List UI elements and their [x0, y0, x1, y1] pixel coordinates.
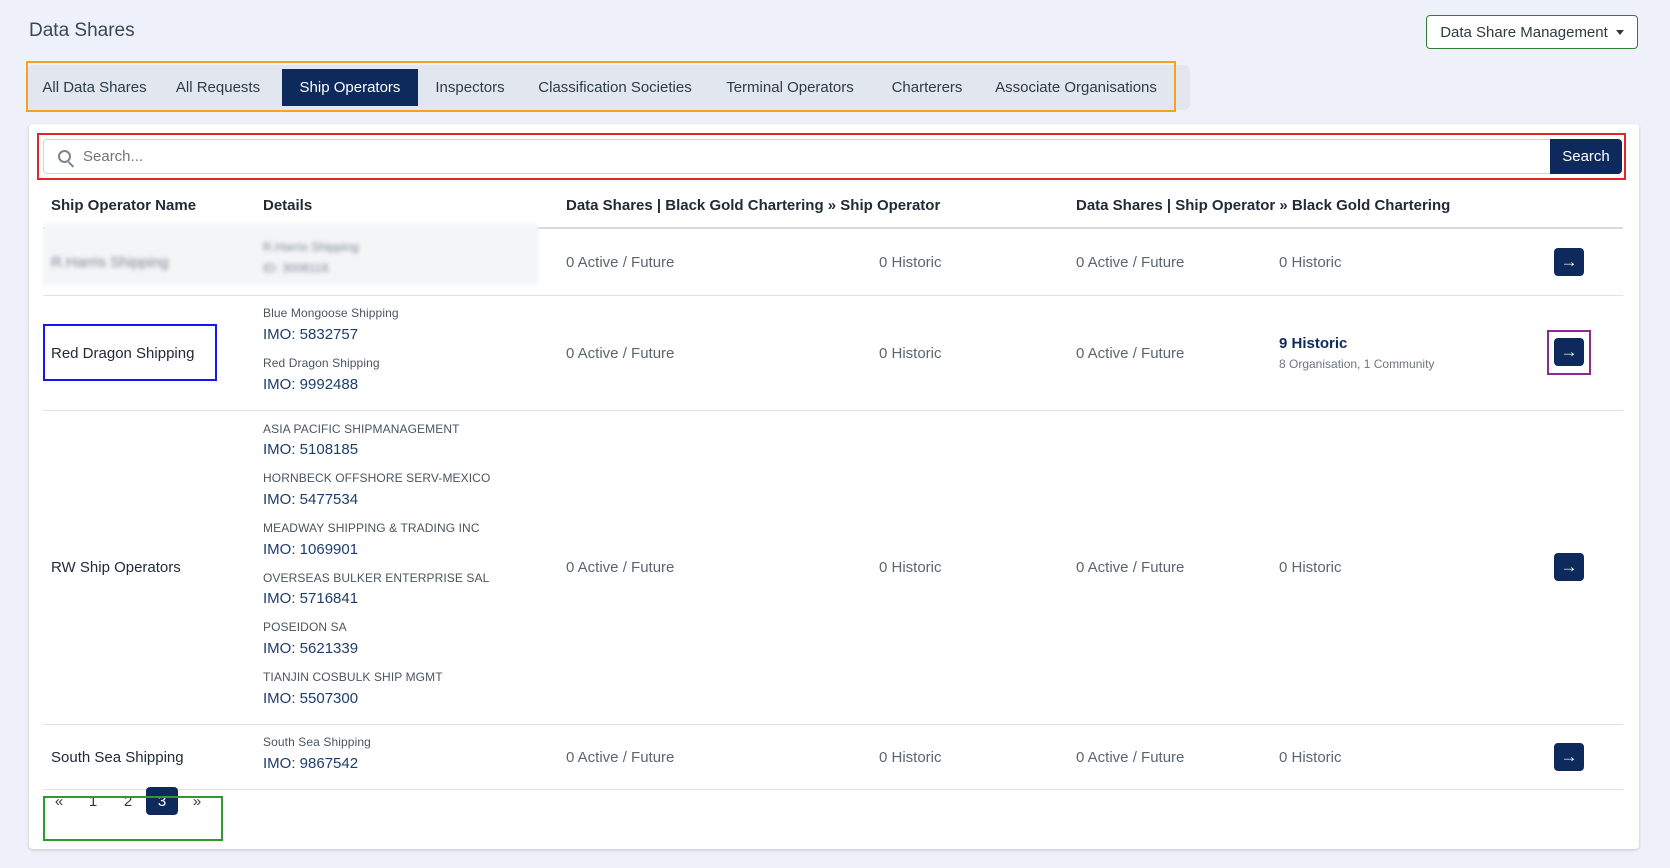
row-divider — [43, 410, 1623, 411]
to-active-count: 0 Active / Future — [1076, 254, 1185, 271]
operator-name: R.Harris Shipping — [51, 254, 169, 271]
vessel-imo: IMO: 1069901 — [263, 541, 359, 558]
vessel-name: ASIA PACIFIC SHIPMANAGEMENT — [263, 422, 460, 436]
from-historic-count: 0 Historic — [879, 559, 942, 576]
tab-terminal-operators[interactable]: Terminal Operators — [713, 69, 867, 106]
to-active-count: 0 Active / Future — [1076, 749, 1185, 766]
operator-name[interactable]: RW Ship Operators — [51, 559, 181, 576]
data-share-management-dropdown[interactable]: Data Share Management — [1426, 15, 1638, 49]
vessel-name: Blue Mongoose Shipping — [263, 306, 399, 320]
vessel-name: HORNBECK OFFSHORE SERV-MEXICO — [263, 471, 491, 485]
arrow-right-icon: → — [1560, 342, 1578, 361]
search-field — [43, 139, 1550, 174]
from-historic-count: 0 Historic — [879, 749, 942, 766]
from-historic-count: 0 Historic — [879, 254, 942, 271]
from-historic-count: 0 Historic — [879, 345, 942, 362]
vessel-imo: IMO: 9992488 — [263, 376, 359, 393]
column-header-name: Ship Operator Name — [51, 197, 197, 214]
vessel-name: Red Dragon Shipping — [263, 356, 380, 370]
from-active-count: 0 Active / Future — [566, 559, 675, 576]
vessel-imo: IMO: 5621339 — [263, 640, 359, 657]
vessel-name: MEADWAY SHIPPING & TRADING INC — [263, 521, 480, 535]
to-historic-count: 0 Historic — [1279, 559, 1342, 576]
row-divider — [43, 724, 1623, 725]
from-active-count: 0 Active / Future — [566, 345, 675, 362]
vessel-imo: IMO: 5108185 — [263, 441, 359, 458]
tab-all-requests[interactable]: All Requests — [162, 69, 274, 106]
pagination-page-3[interactable]: 3 — [146, 787, 178, 815]
arrow-right-icon: → — [1560, 747, 1578, 766]
view-operator-button[interactable]: → — [1554, 338, 1584, 366]
vessel-imo: IMO: 5832757 — [263, 326, 359, 343]
vessel-id: ID: 3008116 — [263, 261, 329, 275]
search-icon — [58, 150, 71, 163]
tab-inspectors[interactable]: Inspectors — [424, 69, 516, 106]
tab-associate-organisations[interactable]: Associate Organisations — [986, 69, 1166, 106]
operator-name[interactable]: Red Dragon Shipping — [51, 345, 194, 362]
operator-name[interactable]: South Sea Shipping — [51, 749, 184, 766]
search-input[interactable] — [81, 147, 1485, 166]
vessel-name: TIANJIN COSBULK SHIP MGMT — [263, 670, 443, 684]
column-header-shares-to: Data Shares | Ship Operator » Black Gold… — [1076, 197, 1451, 214]
vessel-name: POSEIDON SA — [263, 620, 347, 634]
to-historic-breakdown: 8 Organisation, 1 Community — [1279, 357, 1435, 371]
column-header-details: Details — [263, 197, 313, 214]
view-operator-button[interactable]: → — [1554, 248, 1584, 276]
tab-charterers[interactable]: Charterers — [878, 69, 976, 106]
to-historic-count: 0 Historic — [1279, 749, 1342, 766]
vessel-imo: IMO: 5716841 — [263, 590, 359, 607]
vessel-imo: IMO: 5507300 — [263, 690, 359, 707]
view-operator-button[interactable]: → — [1554, 743, 1584, 771]
from-active-count: 0 Active / Future — [566, 749, 675, 766]
to-historic-count: 9 Historic — [1279, 335, 1348, 352]
vessel-name: R.Harris Shipping — [263, 240, 359, 254]
vessel-name: OVERSEAS BULKER ENTERPRISE SAL — [263, 571, 490, 585]
tab-ship-operators[interactable]: Ship Operators — [282, 69, 418, 106]
pagination-page-1[interactable]: 1 — [81, 787, 105, 815]
pagination-page-2[interactable]: 2 — [116, 787, 140, 815]
to-active-count: 0 Active / Future — [1076, 559, 1185, 576]
from-active-count: 0 Active / Future — [566, 254, 675, 271]
to-active-count: 0 Active / Future — [1076, 345, 1185, 362]
page-title: Data Shares — [29, 20, 135, 41]
vessel-name: South Sea Shipping — [263, 735, 371, 749]
search-button[interactable]: Search — [1550, 139, 1622, 174]
row-divider — [43, 789, 1623, 790]
vessel-imo: IMO: 5477534 — [263, 491, 359, 508]
data-share-management-label: Data Share Management — [1440, 23, 1608, 41]
tab-all-data-shares[interactable]: All Data Shares — [33, 69, 156, 106]
vessel-imo: IMO: 9867542 — [263, 755, 359, 772]
row-divider — [43, 295, 1623, 296]
caret-down-icon — [1615, 29, 1624, 35]
column-header-shares-from: Data Shares | Black Gold Chartering » Sh… — [566, 197, 941, 214]
pagination-next[interactable]: » — [186, 787, 208, 815]
to-historic-count: 0 Historic — [1279, 254, 1342, 271]
pagination-prev[interactable]: « — [48, 787, 70, 815]
tab-classification-societies[interactable]: Classification Societies — [525, 69, 705, 106]
arrow-right-icon: → — [1560, 557, 1578, 576]
view-operator-button[interactable]: → — [1554, 553, 1584, 581]
arrow-right-icon: → — [1560, 252, 1578, 271]
